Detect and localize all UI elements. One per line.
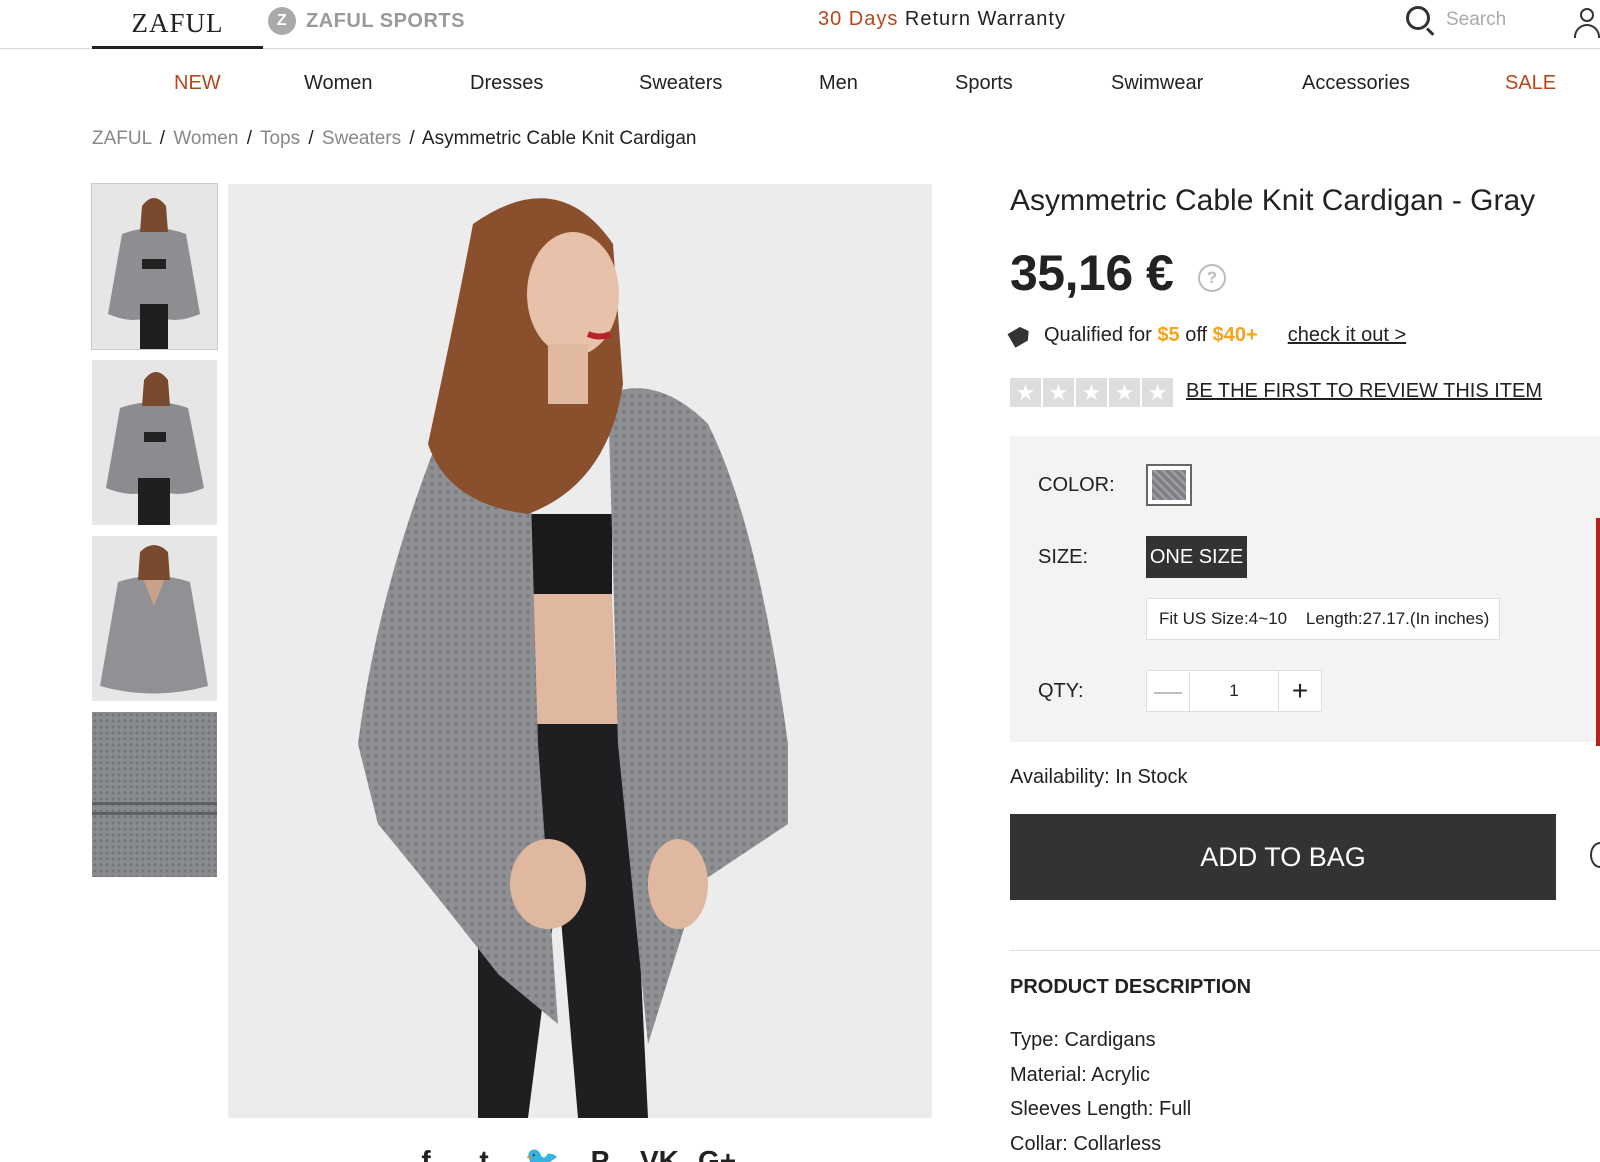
nav-item-sale[interactable]: SALE	[1505, 72, 1556, 95]
star-icon[interactable]: ★	[1076, 378, 1107, 407]
product-description-title: PRODUCT DESCRIPTION	[1010, 976, 1252, 998]
breadcrumb-separator: /	[409, 128, 415, 149]
description-item: Material: Acrylic	[1010, 1063, 1151, 1086]
nav-item-sweaters[interactable]: Sweaters	[639, 72, 722, 95]
thumbnail-4-image	[92, 712, 217, 877]
zaful-logo[interactable]: ZAFUL	[92, 0, 263, 49]
warranty-days: 30 Days	[818, 8, 899, 30]
breadcrumb-sweaters[interactable]: Sweaters	[322, 128, 401, 149]
options-panel: COLOR: SIZE: ONE SIZE Fit US Size:4~10 L…	[1010, 436, 1600, 742]
thumbnail-1[interactable]	[91, 183, 218, 350]
tumblr-icon[interactable]: t	[466, 1146, 502, 1162]
breadcrumb-current: Asymmetric Cable Knit Cardigan	[421, 128, 697, 149]
main-nav: NEW Women Dresses Sweaters Men Sports Sw…	[0, 68, 1600, 104]
vk-icon[interactable]: VK	[640, 1146, 679, 1162]
description-item: Type: Cardigans	[1010, 1029, 1156, 1051]
thumbnail-2[interactable]	[92, 360, 217, 525]
product-photo	[228, 184, 932, 1118]
nav-item-women[interactable]: Women	[304, 72, 373, 95]
thumbnail-3-image	[92, 536, 217, 701]
divider	[1010, 950, 1600, 951]
promo-prefix: Qualified for	[1044, 324, 1152, 346]
pinterest-icon[interactable]: P	[582, 1146, 618, 1162]
star-icon[interactable]: ★	[1043, 378, 1074, 407]
wishlist-icon[interactable]	[1590, 842, 1600, 868]
search-icon[interactable]	[1404, 4, 1436, 36]
breadcrumb: ZAFUL / Women / Tops / Sweaters / Asymme…	[92, 128, 696, 150]
google-plus-icon[interactable]: G+	[698, 1146, 736, 1162]
quantity-stepper: — +	[1146, 670, 1322, 712]
thumbnail-1-image	[92, 184, 217, 349]
breadcrumb-zaful[interactable]: ZAFUL	[92, 128, 151, 149]
first-review-link[interactable]: BE THE FIRST TO REVIEW THIS ITEM	[1186, 380, 1542, 403]
qty-label: QTY:	[1038, 680, 1084, 702]
add-to-bag-button[interactable]: ADD TO BAG	[1010, 814, 1556, 900]
check-it-out-link[interactable]: check it out >	[1288, 324, 1406, 347]
breadcrumb-tops[interactable]: Tops	[260, 128, 300, 149]
zaful-sports-label: ZAFUL SPORTS	[306, 9, 465, 32]
qty-increase-button[interactable]: +	[1278, 670, 1322, 712]
availability-status: Availability: In Stock	[1010, 766, 1188, 788]
search-placeholder[interactable]: Search	[1446, 9, 1506, 31]
color-label: COLOR:	[1038, 474, 1115, 496]
star-icon[interactable]: ★	[1142, 378, 1173, 407]
breadcrumb-separator: /	[308, 128, 314, 149]
star-icon[interactable]: ★	[1010, 378, 1041, 407]
promo-middle: off	[1185, 324, 1208, 346]
rating-stars[interactable]: ★ ★ ★ ★ ★	[1010, 378, 1173, 407]
top-bar: ZAFUL Z ZAFUL SPORTS 30 Days Return Warr…	[0, 0, 1600, 49]
zaful-sports-icon: Z	[268, 7, 296, 35]
promo-discount: $5	[1157, 324, 1180, 346]
thumbnail-4[interactable]	[92, 712, 217, 877]
qty-input[interactable]	[1190, 670, 1278, 712]
qty-decrease-button[interactable]: —	[1146, 670, 1190, 712]
product-description-list: Type: Cardigans Material: Acrylic Sleeve…	[1010, 1028, 1191, 1162]
main-product-image[interactable]	[228, 184, 932, 1118]
color-swatch-gray[interactable]	[1146, 464, 1192, 506]
user-account-icon[interactable]	[1574, 6, 1600, 38]
description-item: Sleeves Length: Full	[1010, 1098, 1192, 1120]
product-price: 35,16 €	[1010, 245, 1174, 301]
breadcrumb-separator: /	[159, 128, 166, 149]
price-help-icon[interactable]: ?	[1198, 264, 1226, 292]
facebook-icon[interactable]: f	[408, 1146, 444, 1162]
nav-item-accessories[interactable]: Accessories	[1302, 72, 1410, 95]
breadcrumb-women[interactable]: Women	[173, 128, 238, 149]
thumbnail-2-image	[92, 360, 217, 525]
description-item: Collar: Collarless	[1010, 1132, 1162, 1155]
tag-icon	[1007, 324, 1032, 348]
size-option-one-size[interactable]: ONE SIZE	[1146, 536, 1247, 578]
warranty-text: Return Warranty	[898, 8, 1066, 30]
size-label: SIZE:	[1038, 546, 1089, 568]
promo-line: Qualified for $5 off $40+ check it out >	[1010, 324, 1406, 347]
return-warranty-banner[interactable]: 30 Days Return Warranty	[818, 8, 1066, 31]
share-icons: f t 🐦 P VK G+	[408, 1146, 736, 1162]
size-fit-info: Fit US Size:4~10 Length:27.17.(In inches…	[1146, 598, 1500, 640]
side-promo-tab[interactable]	[1596, 518, 1600, 746]
thumbnail-3[interactable]	[92, 536, 217, 701]
nav-item-new[interactable]: NEW	[174, 72, 221, 95]
product-title: Asymmetric Cable Knit Cardigan - Gray	[1010, 184, 1536, 217]
breadcrumb-separator: /	[246, 128, 252, 149]
zaful-sports-link[interactable]: Z ZAFUL SPORTS	[268, 6, 465, 36]
nav-item-men[interactable]: Men	[819, 72, 858, 95]
nav-item-dresses[interactable]: Dresses	[470, 72, 543, 95]
search-box[interactable]: Search	[1404, 4, 1506, 36]
twitter-icon[interactable]: 🐦	[524, 1146, 560, 1162]
star-icon[interactable]: ★	[1109, 378, 1140, 407]
nav-item-swimwear[interactable]: Swimwear	[1111, 72, 1203, 95]
nav-item-sports[interactable]: Sports	[955, 72, 1013, 95]
promo-threshold: $40+	[1212, 324, 1258, 346]
